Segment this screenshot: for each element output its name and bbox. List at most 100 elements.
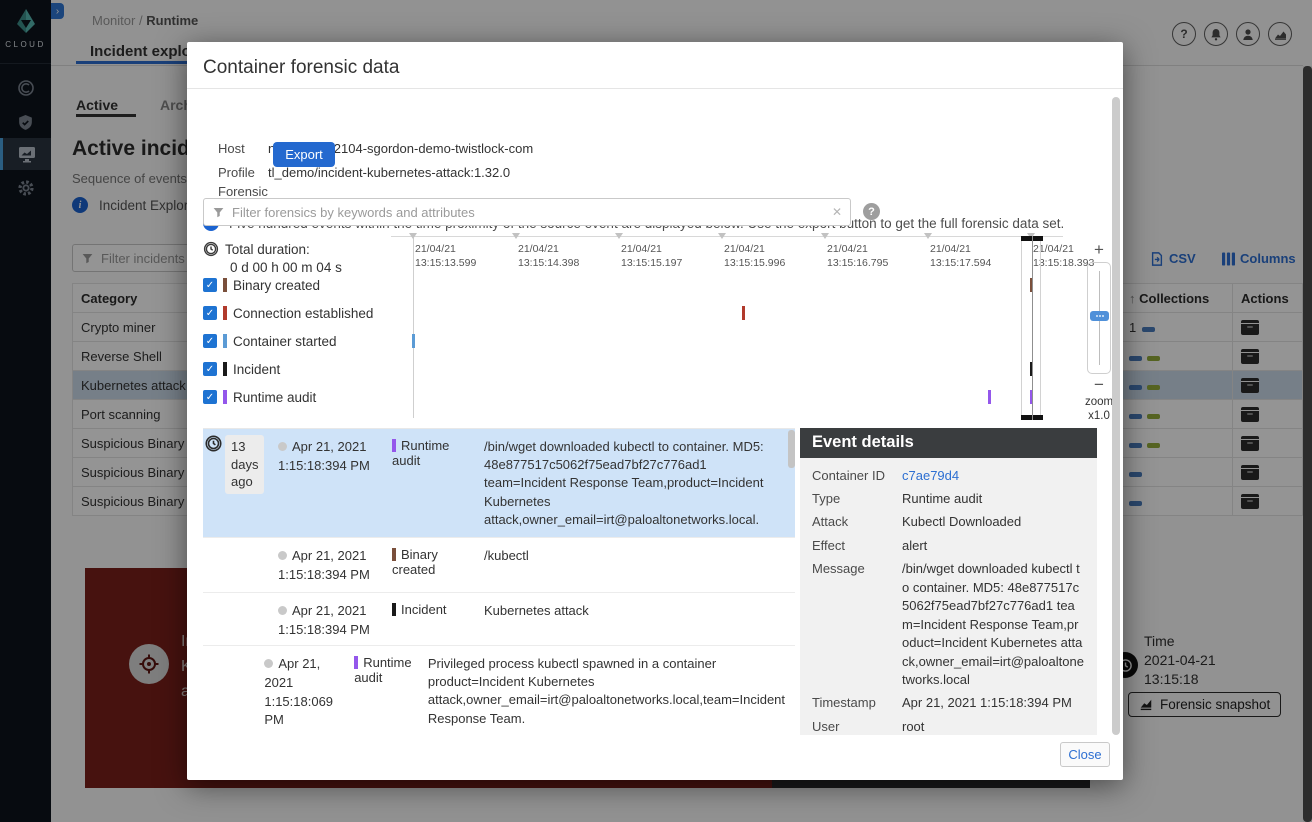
detail-value: /bin/wget downloaded kubectl to containe… xyxy=(902,560,1085,689)
time-ago-badge: 13daysago xyxy=(205,435,266,494)
filter-help-icon[interactable]: ? xyxy=(863,203,880,220)
event-time-cell: Apr 21, 2021 1:15:18:394 PM xyxy=(268,593,390,645)
event-dot xyxy=(278,442,287,451)
event-list-scrollbar-thumb[interactable] xyxy=(788,430,795,468)
event-row[interactable]: Apr 21, 2021 1:15:18:394 PM Incident Kubern… xyxy=(203,593,795,646)
event-type-cell: Runtime audit xyxy=(352,646,422,735)
modal-scrollbar-thumb[interactable] xyxy=(1112,97,1120,735)
detail-row: TimestampApr 21, 2021 1:15:18:394 PM xyxy=(800,692,1097,715)
detail-label: Container ID xyxy=(812,467,902,485)
tick-label: 21/04/2113:15:15.996 xyxy=(724,242,785,270)
tick-time: 13:15:13.599 xyxy=(415,256,476,270)
detail-value: Kubectl Downloaded xyxy=(902,513,1085,531)
timeline-event-mark-runtime_audit[interactable] xyxy=(988,390,991,404)
tick-time: 13:15:17.594 xyxy=(930,256,991,270)
detail-label: Attack xyxy=(812,513,902,531)
tick-label: 21/04/2113:15:13.599 xyxy=(415,242,476,270)
tick-date: 21/04/21 xyxy=(827,242,888,256)
timeline-event-mark-container_started[interactable] xyxy=(412,334,415,348)
event-type-color xyxy=(392,439,396,452)
detail-row: AttackKubectl Downloaded xyxy=(800,511,1097,534)
event-type-color xyxy=(392,548,396,561)
detail-row: Message/bin/wget downloaded kubectl to c… xyxy=(800,558,1097,692)
timeline-event-mark-connection_established[interactable] xyxy=(742,306,745,320)
event-timestamp: 1:15:18:394 PM xyxy=(278,457,386,476)
forensics-filter-input[interactable]: Filter forensics by keywords and attribu… xyxy=(203,198,851,226)
event-type-cell: Runtime audit xyxy=(390,429,478,537)
event-dot xyxy=(278,551,287,560)
tick-time: 13:15:15.996 xyxy=(724,256,785,270)
application-window: CLOUD xyxy=(0,0,1312,822)
tick-marker xyxy=(821,233,829,239)
tick-date: 21/04/21 xyxy=(518,242,579,256)
event-type-label: Incident xyxy=(401,602,447,617)
container-forensic-modal: Container forensic data Host node-demo21… xyxy=(187,42,1123,780)
detail-value: alert xyxy=(902,537,1085,555)
detail-label: Effect xyxy=(812,537,902,555)
event-message-cell: Kubernetes attack xyxy=(478,593,795,645)
tick-time: 13:15:14.398 xyxy=(518,256,579,270)
tick-time: 13:15:16.795 xyxy=(827,256,888,270)
event-type-cell: Binary created xyxy=(390,538,478,592)
zoom-slider-handle[interactable] xyxy=(1090,311,1109,321)
time-ago-line: 13 xyxy=(231,438,258,456)
detail-label: Type xyxy=(812,490,902,508)
detail-row: Container IDc7ae79d4 xyxy=(800,464,1097,487)
event-type-label: Binary created xyxy=(392,547,438,577)
event-time-cell: Apr 21, 20211:15:18:394 PM xyxy=(268,538,390,592)
event-timestamp: 1:15:18:394 PM xyxy=(278,566,386,585)
selection-midline xyxy=(1032,236,1033,420)
event-timestamp: 1:15:18:394 PM xyxy=(278,621,386,640)
event-details-panel: Event details Container IDc7ae79d4TypeRu… xyxy=(800,428,1097,735)
event-details-header: Event details xyxy=(800,428,1097,458)
event-type-label: Runtime audit xyxy=(392,438,449,468)
event-type-color xyxy=(354,656,358,669)
event-message-cell: Privileged process kubectl spawned in a … xyxy=(422,646,795,735)
time-ago-line: days xyxy=(231,456,258,474)
forensics-timeline: Total duration: 0 d 00 h 00 m 04 s ✓Bina… xyxy=(203,234,1108,426)
zoom-slider[interactable] xyxy=(1087,262,1111,374)
event-message-cell: /kubectl xyxy=(478,538,795,592)
tick-marker xyxy=(409,233,417,239)
event-time-cell: Apr 21, 20211:15:18:394 PM xyxy=(268,429,390,537)
tick-label: 21/04/2113:15:16.795 xyxy=(827,242,888,270)
export-button[interactable]: Export xyxy=(273,142,335,167)
timeline-selection-window[interactable] xyxy=(1021,236,1041,420)
event-group-cell xyxy=(203,646,254,735)
clock-badge-icon xyxy=(205,435,222,494)
event-group-cell: 13daysago xyxy=(203,429,268,537)
close-button[interactable]: Close xyxy=(1060,742,1110,767)
tick-date: 21/04/21 xyxy=(621,242,682,256)
time-ago-text: 13daysago xyxy=(225,435,264,494)
timeline-plot[interactable]: 21/04/2113:15:13.59921/04/2113:15:14.398… xyxy=(203,234,1073,426)
event-message-cell: /bin/wget downloaded kubectl to containe… xyxy=(478,429,795,537)
tick-marker xyxy=(718,233,726,239)
detail-label: User xyxy=(812,718,902,735)
detail-value: root xyxy=(902,718,1085,735)
detail-row: Userroot xyxy=(800,715,1097,735)
detail-label: Message xyxy=(812,560,902,689)
modal-title: Container forensic data xyxy=(203,57,399,79)
tick-marker xyxy=(512,233,520,239)
tick-label: 21/04/2113:15:15.197 xyxy=(621,242,682,270)
tick-time: 13:15:15.197 xyxy=(621,256,682,270)
event-group-cell xyxy=(203,593,268,645)
host-label: Host xyxy=(218,141,245,156)
event-list-scrollbar[interactable] xyxy=(788,430,795,733)
tick-marker xyxy=(924,233,932,239)
tick-marker xyxy=(615,233,623,239)
event-type-label: Runtime audit xyxy=(354,655,411,685)
tick-date: 21/04/21 xyxy=(724,242,785,256)
tick-label: 21/04/2113:15:14.398 xyxy=(518,242,579,270)
detail-row: Effectalert xyxy=(800,534,1097,557)
event-row[interactable]: Apr 21, 20211:15:18:069 PMRuntime auditP… xyxy=(203,646,795,735)
event-details-body: Container IDc7ae79d4TypeRuntime auditAtt… xyxy=(800,458,1097,735)
time-ago-line: ago xyxy=(231,473,258,491)
event-row[interactable]: 13daysagoApr 21, 20211:15:18:394 PMRunti… xyxy=(203,429,795,538)
event-type-cell: Incident xyxy=(390,593,478,645)
event-dot xyxy=(278,606,287,615)
container-id-link[interactable]: c7ae79d4 xyxy=(902,467,1085,485)
clear-filter-icon[interactable]: ✕ xyxy=(832,205,842,219)
event-row[interactable]: Apr 21, 20211:15:18:394 PMBinary created… xyxy=(203,538,795,593)
event-date: Apr 21, 2021 xyxy=(292,603,366,618)
